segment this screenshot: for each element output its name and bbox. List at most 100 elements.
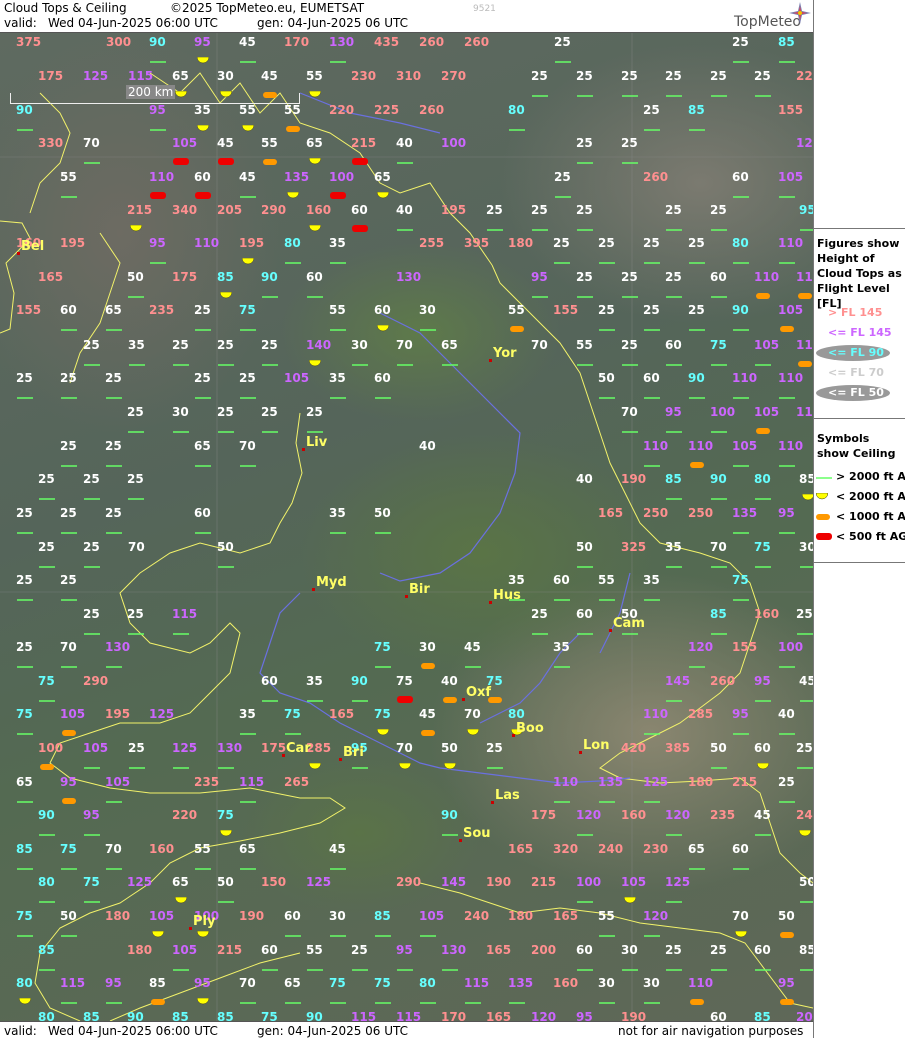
cloud-top-label: 95 (778, 506, 795, 520)
cloud-top-label: 75 (374, 640, 391, 654)
city-label: Cam (613, 616, 645, 631)
cloud-top-label: 50 (217, 540, 234, 554)
ceiling-symbol-g (330, 856, 346, 875)
city-marker (462, 698, 465, 701)
ceiling-symbol-g (240, 317, 256, 336)
ceiling-symbol-g (577, 889, 593, 908)
ceiling-symbol-g (755, 822, 771, 841)
ceiling-symbol-g (375, 923, 391, 942)
ceiling-symbol-g (173, 755, 189, 774)
cloud-top-label: 110 (688, 976, 714, 990)
legend-panel: Figures show Height of Cloud Tops as Fli… (813, 0, 905, 1038)
ceiling-symbol-g (711, 419, 727, 438)
cloud-top-label: 155 (553, 303, 579, 317)
cloud-top-label: 45 (239, 35, 256, 49)
ceiling-symbol-g (554, 587, 570, 606)
cloud-top-label: 325 (621, 540, 647, 554)
cloud-top-label: 20 (796, 1010, 813, 1022)
ceiling-symbol-g (666, 688, 682, 707)
cloud-top-label: 25 (306, 405, 323, 419)
city-label: Bri (343, 745, 364, 760)
ceiling-symbol-g (532, 217, 548, 236)
cloud-top-label: 90 (441, 808, 458, 822)
ceiling-symbol-g (195, 520, 211, 539)
cloud-top-label: 190 (621, 1010, 647, 1022)
city-label: Boo (516, 721, 544, 736)
cloud-top-label: 75 (754, 540, 771, 554)
ceiling-symbol-g (465, 654, 481, 673)
ceiling-symbol-g (17, 587, 33, 606)
cloud-top-label: 100 (329, 170, 355, 184)
ceiling-symbol-g (150, 250, 166, 269)
cloud-top-label: 25 (531, 203, 548, 217)
cloud-top-label: 30 (351, 338, 368, 352)
cloud-top-label: 375 (16, 35, 42, 49)
cloud-top-label: 30 (621, 943, 638, 957)
footer: valid: Wed 04-Jun-2025 06:00 UTC gen: 04… (0, 1021, 813, 1039)
ceiling-symbol-g (84, 621, 100, 640)
cloud-top-label: 25 (665, 203, 682, 217)
ceiling-symbol-g (779, 385, 795, 404)
ceiling-symbol-g (666, 217, 682, 236)
cloud-top-label: 75 (60, 842, 77, 856)
cloud-top-label: 50 (598, 371, 615, 385)
city-label: Liv (306, 435, 328, 450)
legend-symbol-r (816, 530, 832, 540)
cloud-top-label: 75 (261, 1010, 278, 1022)
ceiling-symbol-g (733, 250, 749, 269)
cloud-top-label: 105 (621, 875, 647, 889)
ceiling-symbol-g (554, 250, 570, 269)
ceiling-symbol-g (61, 184, 77, 203)
ceiling-symbol-g (330, 49, 346, 68)
cloud-top-label: 160 (306, 203, 332, 217)
cloud-top-label: 65 (239, 842, 256, 856)
cloud-top-label: 120 (576, 808, 602, 822)
satellite-map[interactable]: 200 km 375 300 90 95 45 170 130 435 260 260 25 25 85… (0, 33, 813, 1021)
ceiling-symbol-o (286, 117, 300, 136)
ceiling-symbol-g (577, 957, 593, 976)
cloud-top-label: 70 (396, 338, 413, 352)
cloud-top-label: 80 (508, 103, 525, 117)
cloud-top-label: 25 (796, 607, 813, 621)
cloud-top-label: 285 (688, 707, 714, 721)
cloud-top-label: 140 (306, 338, 332, 352)
cloud-top-label: 70 (464, 707, 481, 721)
ceiling-symbol-g (106, 317, 122, 336)
cloud-top-label: 25 (16, 573, 33, 587)
cloud-top-label: 25 (688, 236, 705, 250)
ceiling-symbol-g (84, 150, 100, 169)
city-label: Oxf (466, 685, 492, 700)
cloud-top-label: 95 (732, 707, 749, 721)
ceiling-symbol-g (285, 990, 301, 1009)
ceiling-symbol-r (352, 150, 368, 169)
ceiling-symbol-g (644, 385, 660, 404)
legend-height-row: > FL 145 (814, 304, 905, 320)
cloud-top-label: 25 (598, 303, 615, 317)
cloud-top-label: 70 (105, 842, 122, 856)
ceiling-symbol-g (442, 352, 458, 371)
cloud-top-label: 80 (38, 1010, 55, 1022)
cloud-top-label: 40 (396, 136, 413, 150)
city-label: Bir (409, 582, 430, 597)
ceiling-symbol-g (644, 721, 660, 740)
ceiling-symbol-g (128, 284, 144, 303)
cloud-top-label: 55 (598, 909, 615, 923)
cloud-top-label: 55 (508, 303, 525, 317)
cloud-top-label: 35 (643, 573, 660, 587)
ceiling-symbol-g (800, 554, 813, 573)
cloud-top-label: 290 (83, 674, 109, 688)
ceiling-symbol-y (151, 923, 165, 942)
cloud-top-label: 60 (732, 842, 749, 856)
cloud-top-label: 25 (105, 439, 122, 453)
cloud-top-label: 70 (239, 976, 256, 990)
cloud-top-label: 230 (351, 69, 377, 83)
ceiling-symbol-y (376, 721, 390, 740)
ceiling-symbol-g (755, 554, 771, 573)
legend-heights-title: Figures show Height of Cloud Tops as Fli… (817, 237, 902, 310)
cloud-top-label: 110 (778, 439, 804, 453)
cloud-top-label: 60 (261, 943, 278, 957)
cloud-top-label: 105 (284, 371, 310, 385)
cloud-top-label: 85 (710, 607, 727, 621)
legend-height-label: <= FL 145 (828, 326, 892, 339)
ceiling-symbol-y (308, 83, 322, 102)
